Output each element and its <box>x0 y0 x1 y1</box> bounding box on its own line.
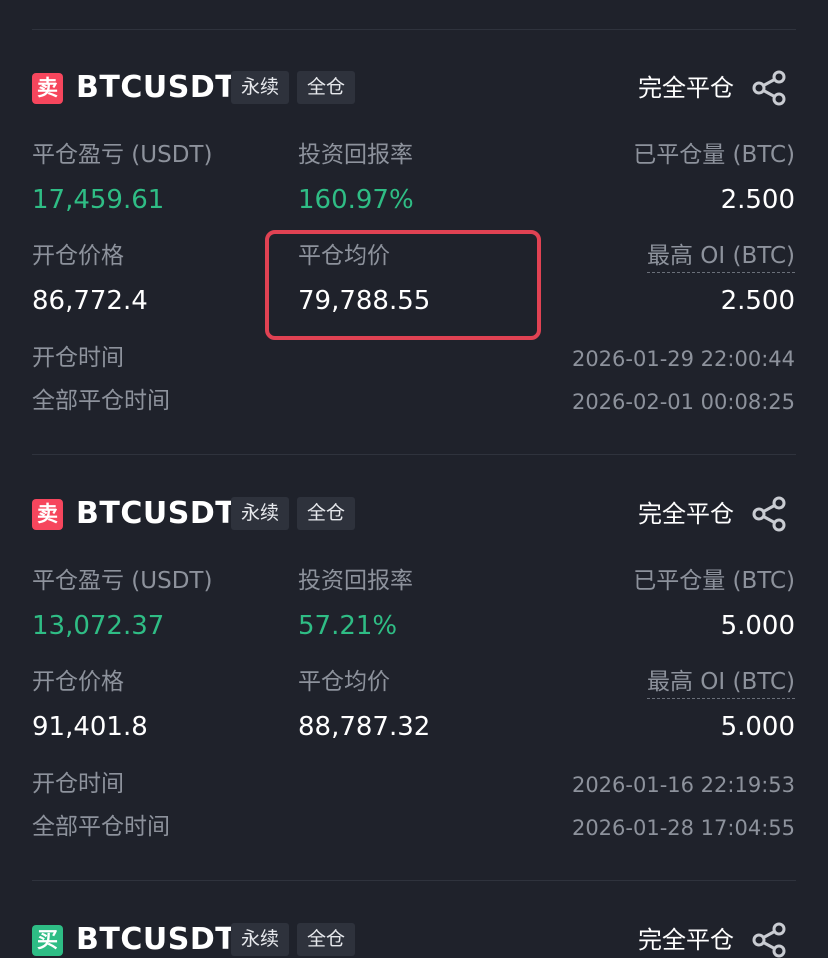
highlight-box <box>265 230 541 340</box>
max-oi-label[interactable]: 最高 OI (BTC) <box>647 667 795 699</box>
card-header: 买 BTCUSDT 永续 全仓 完全平仓 <box>0 910 828 958</box>
symbol: BTCUSDT <box>76 70 237 105</box>
close-time-value: 2026-02-01 00:08:25 <box>571 390 795 414</box>
open-time-value: 2026-01-16 22:19:53 <box>571 773 795 797</box>
pnl-label: 平仓盈亏 (USDT) <box>32 568 213 594</box>
close-type: 完全平仓 <box>638 74 734 102</box>
roi-label: 投资回报率 <box>298 142 413 168</box>
roi-value: 57.21% <box>298 611 398 641</box>
open-time-label: 开仓时间 <box>32 345 124 371</box>
pnl-value: 13,072.37 <box>32 611 165 641</box>
card-divider <box>32 454 796 455</box>
open-time-label: 开仓时间 <box>32 771 124 797</box>
open-price-value: 91,401.8 <box>32 712 148 742</box>
share-icon[interactable] <box>750 921 788 958</box>
max-oi-value: 5.000 <box>720 712 795 742</box>
position-card[interactable]: 买 BTCUSDT 永续 全仓 完全平仓 <box>0 910 828 958</box>
symbol: BTCUSDT <box>76 496 237 531</box>
position-card[interactable]: 卖 BTCUSDT 永续 全仓 完全平仓 平仓盈亏 (USDT) 13,072.… <box>0 484 828 909</box>
pnl-value: 17,459.61 <box>32 185 165 215</box>
closed-qty-value: 2.500 <box>720 185 795 215</box>
share-icon[interactable] <box>750 495 788 533</box>
close-avg-value: 88,787.32 <box>298 712 431 742</box>
roi-label: 投资回报率 <box>298 568 413 594</box>
card-divider <box>32 880 796 881</box>
perpetual-tag: 永续 <box>231 923 290 956</box>
close-type: 完全平仓 <box>638 926 734 954</box>
cross-margin-tag: 全仓 <box>297 923 356 956</box>
max-oi-value: 2.500 <box>720 286 795 316</box>
max-oi-label[interactable]: 最高 OI (BTC) <box>647 241 795 273</box>
top-divider <box>32 29 796 30</box>
perpetual-tag: 永续 <box>231 71 290 104</box>
roi-value: 160.97% <box>298 185 414 215</box>
close-time-label: 全部平仓时间 <box>32 814 170 840</box>
perpetual-tag: 永续 <box>231 497 290 530</box>
open-price-value: 86,772.4 <box>32 286 148 316</box>
close-time-value: 2026-01-28 17:04:55 <box>571 816 795 840</box>
closed-qty-label: 已平仓量 (BTC) <box>633 568 795 594</box>
cross-margin-tag: 全仓 <box>297 497 356 530</box>
open-time-value: 2026-01-29 22:00:44 <box>571 347 795 371</box>
side-badge-sell: 卖 <box>32 73 63 104</box>
cross-margin-tag: 全仓 <box>297 71 356 104</box>
side-badge-sell: 卖 <box>32 499 63 530</box>
closed-qty-value: 5.000 <box>720 611 795 641</box>
close-type: 完全平仓 <box>638 500 734 528</box>
close-time-label: 全部平仓时间 <box>32 388 170 414</box>
open-price-label: 开仓价格 <box>32 669 124 695</box>
open-price-label: 开仓价格 <box>32 243 124 269</box>
card-header: 卖 BTCUSDT 永续 全仓 完全平仓 <box>0 484 828 544</box>
pnl-label: 平仓盈亏 (USDT) <box>32 142 213 168</box>
share-icon[interactable] <box>750 69 788 107</box>
side-badge-buy: 买 <box>32 925 63 956</box>
symbol: BTCUSDT <box>76 922 237 957</box>
close-avg-label: 平仓均价 <box>298 669 390 695</box>
closed-qty-label: 已平仓量 (BTC) <box>633 142 795 168</box>
card-header: 卖 BTCUSDT 永续 全仓 完全平仓 <box>0 58 828 118</box>
